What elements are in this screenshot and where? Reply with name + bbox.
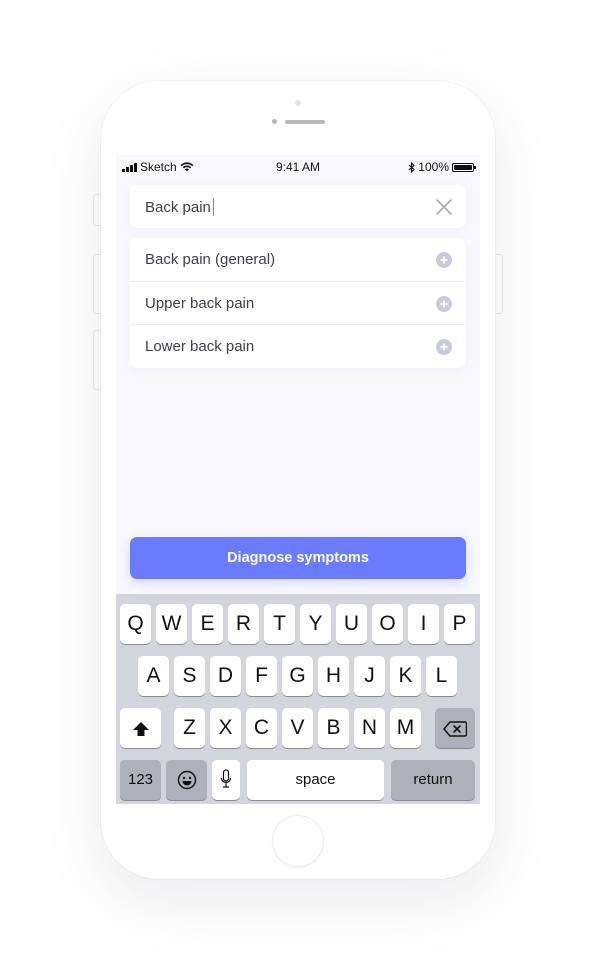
key[interactable]: Q (120, 604, 151, 644)
results-list: Back pain (general) Upper back pain Lowe… (130, 238, 466, 368)
keyboard: Q W E R T Y U O I P A S D F G H J K L Z … (116, 594, 480, 804)
key[interactable]: W (156, 604, 187, 644)
key[interactable]: G (282, 656, 313, 696)
key[interactable]: B (318, 708, 349, 748)
volume-up-button (93, 254, 101, 314)
key[interactable]: H (318, 656, 349, 696)
key[interactable]: X (210, 708, 241, 748)
emoji-key[interactable] (166, 760, 207, 800)
add-circle-icon[interactable] (436, 339, 452, 355)
close-icon[interactable] (434, 197, 454, 217)
proximity-sensor (295, 100, 301, 106)
key[interactable]: A (138, 656, 169, 696)
backspace-icon (443, 721, 468, 737)
home-button[interactable] (273, 816, 323, 866)
add-circle-icon[interactable] (436, 252, 452, 268)
key[interactable]: L (426, 656, 457, 696)
shift-key[interactable] (120, 708, 161, 748)
list-item[interactable]: Upper back pain (130, 282, 466, 325)
key[interactable]: T (264, 604, 295, 644)
key[interactable]: S (174, 656, 205, 696)
battery-icon (452, 162, 476, 172)
front-camera (272, 119, 277, 124)
search-value: Back pain (145, 199, 211, 216)
key[interactable]: O (372, 604, 403, 644)
power-button (495, 254, 503, 314)
list-item[interactable]: Back pain (general) (130, 238, 466, 282)
key[interactable]: F (246, 656, 277, 696)
add-circle-icon[interactable] (436, 295, 452, 312)
key[interactable]: C (246, 708, 277, 748)
shift-arrow-icon (132, 722, 149, 736)
list-item[interactable]: Lower back pain (130, 325, 466, 369)
result-label: Lower back pain (145, 338, 255, 355)
key[interactable]: R (228, 604, 259, 644)
status-bar: Sketch 9:41 AM 100% (116, 155, 480, 179)
result-label: Back pain (general) (145, 251, 276, 268)
key[interactable]: I (408, 604, 439, 644)
earpiece-speaker (285, 120, 325, 124)
key[interactable]: Y (300, 604, 331, 644)
key[interactable]: Z (174, 708, 205, 748)
search-input[interactable]: Back pain (130, 185, 466, 228)
bluetooth-icon (408, 161, 416, 173)
text-caret (212, 198, 214, 216)
emoji-icon (177, 770, 196, 790)
key[interactable]: P (444, 604, 475, 644)
battery-percent: 100% (418, 160, 449, 174)
key[interactable]: E (192, 604, 223, 644)
numbers-key[interactable]: 123 (120, 760, 161, 800)
key[interactable]: V (282, 708, 313, 748)
delete-key[interactable] (435, 708, 475, 748)
key[interactable]: M (390, 708, 421, 748)
diagnose-symptoms-button[interactable]: Diagnose symptoms (130, 537, 466, 579)
key[interactable]: D (210, 656, 241, 696)
volume-down-button (93, 330, 101, 390)
key[interactable]: J (354, 656, 385, 696)
key[interactable]: K (390, 656, 421, 696)
key[interactable]: N (354, 708, 385, 748)
key[interactable]: U (336, 604, 367, 644)
dictation-key[interactable] (212, 760, 240, 800)
mute-switch (93, 194, 101, 226)
screen: Sketch 9:41 AM 100% Back pain Back pain … (116, 155, 480, 804)
microphone-icon (220, 769, 232, 788)
result-label: Upper back pain (145, 294, 255, 312)
return-key[interactable]: return (391, 760, 475, 800)
space-key[interactable]: space (247, 760, 384, 800)
